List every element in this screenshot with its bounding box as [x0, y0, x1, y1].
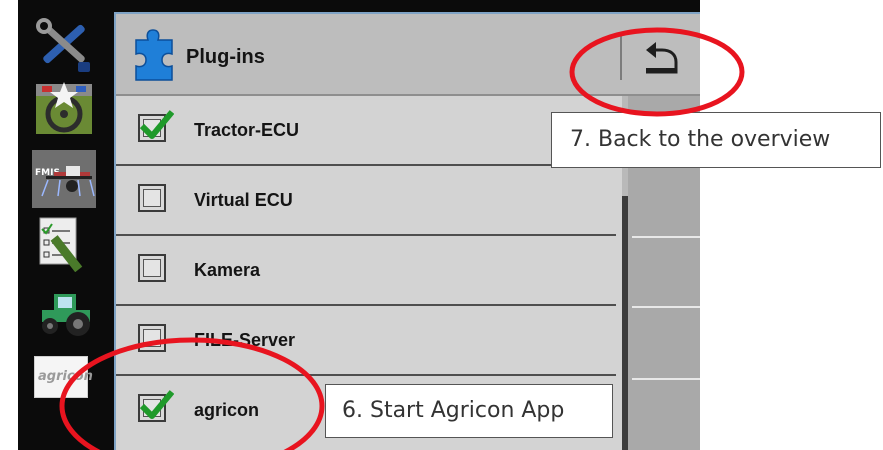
sprayer-icon [41, 166, 95, 197]
terminal-screen: FMIS agricon Plug-ins Tractor-ECU Virtua… [18, 0, 700, 450]
task-list-icon[interactable] [32, 214, 96, 272]
checkbox-kamera[interactable] [138, 254, 166, 282]
plugin-row-kamera[interactable]: Kamera [116, 236, 616, 306]
callout-start-text: 6. Start Agricon App [342, 398, 565, 423]
callout-back-text: 7. Back to the overview [570, 127, 831, 152]
agricon-logo-text: agricon [38, 369, 93, 384]
plugin-label: Tractor-ECU [194, 120, 300, 140]
plugin-label: Virtual ECU [194, 190, 293, 210]
plugin-label: agricon [194, 400, 260, 420]
checkmark-icon [139, 110, 174, 139]
puzzle-icon [135, 29, 173, 81]
plugin-row-file-server[interactable]: FILE-Server [116, 306, 616, 376]
back-arrow-icon [646, 42, 678, 74]
agricon-app-button[interactable]: agricon [34, 356, 93, 398]
callout-start-agricon: 6. Start Agricon App [325, 384, 613, 438]
tractor-icon[interactable] [32, 282, 96, 340]
softkey-divider [632, 236, 700, 238]
page-title: Plug-ins [186, 46, 265, 68]
softkey-divider [632, 378, 700, 380]
panel-header: Plug-ins [116, 14, 700, 96]
checkbox-file-server[interactable] [138, 324, 166, 352]
checkbox-agricon[interactable] [138, 390, 174, 422]
checkbox-virtual-ecu[interactable] [138, 184, 166, 212]
plugin-row-virtual-ecu[interactable]: Virtual ECU [116, 166, 616, 236]
checkbox-tractor-ecu[interactable] [138, 110, 174, 142]
plugin-label: Kamera [194, 260, 261, 280]
fmis-app-button[interactable]: FMIS [32, 150, 96, 208]
callout-back-to-overview: 7. Back to the overview [551, 112, 881, 168]
back-button[interactable] [636, 36, 686, 80]
plugin-row-tractor-ecu[interactable]: Tractor-ECU [116, 96, 616, 166]
tools-icon[interactable] [32, 16, 96, 74]
plugin-label: FILE-Server [194, 330, 296, 350]
softkey-divider [632, 306, 700, 308]
checkmark-icon [139, 390, 174, 419]
scrollbar-thumb[interactable] [622, 196, 628, 450]
header-divider [620, 36, 622, 80]
steering-wheel-icon[interactable] [32, 80, 96, 138]
app-sidebar: FMIS agricon [18, 0, 112, 450]
